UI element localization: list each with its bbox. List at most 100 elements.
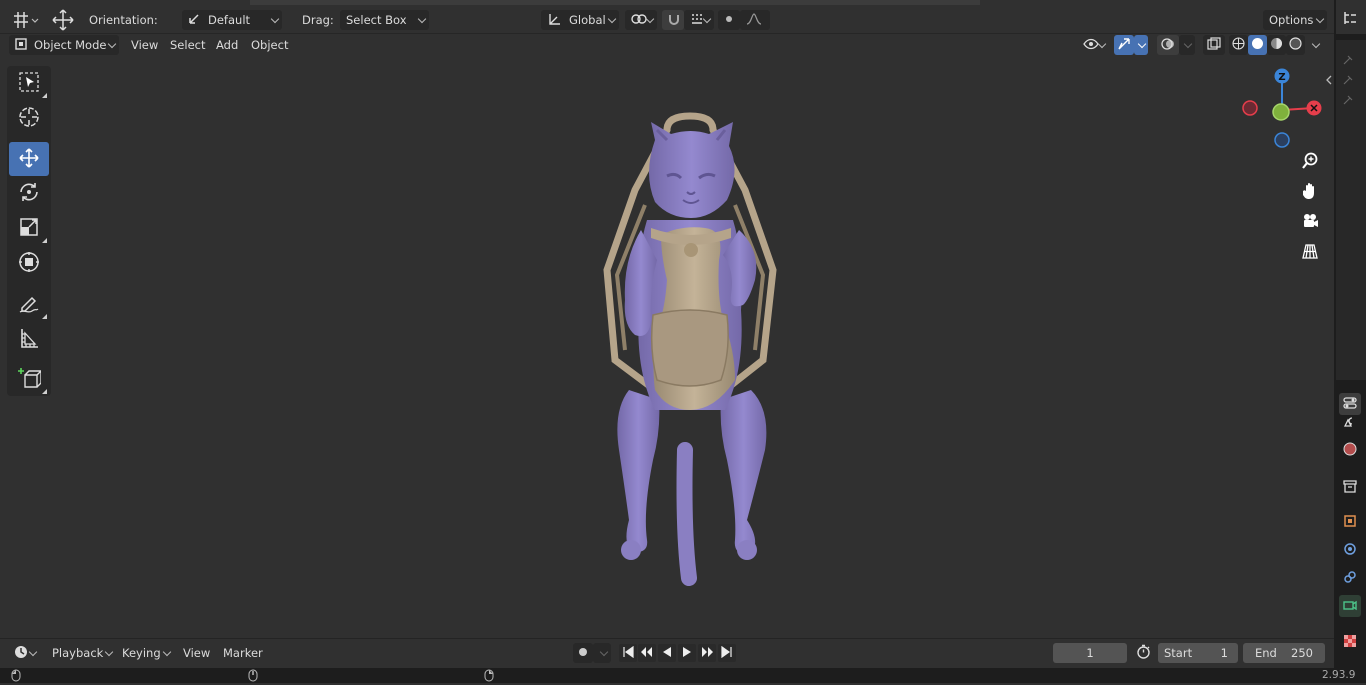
z-axis-label: Z xyxy=(1278,72,1285,83)
auto-keying-toggle[interactable] xyxy=(573,643,593,663)
perspective-toggle-button[interactable] xyxy=(1296,238,1324,266)
transform-orientation-dropdown[interactable]: Global xyxy=(541,10,619,30)
transform-tool[interactable] xyxy=(9,246,49,280)
overlay-dropdown[interactable] xyxy=(1179,35,1195,55)
start-frame-field[interactable]: Start 1 xyxy=(1158,643,1238,663)
snap-grid-icon xyxy=(690,13,704,28)
object-properties-tab[interactable] xyxy=(1339,511,1361,533)
current-frame-value: 1 xyxy=(1086,646,1094,660)
camera-view-button[interactable] xyxy=(1296,208,1324,236)
menu-marker[interactable]: Marker xyxy=(217,643,269,663)
menu-object[interactable]: Object xyxy=(245,35,294,55)
menu-select[interactable]: Select xyxy=(164,35,211,55)
chevron-down-icon xyxy=(1137,39,1147,49)
preview-range-toggle[interactable] xyxy=(1133,643,1155,663)
zoom-button[interactable] xyxy=(1296,148,1324,176)
pivot-point-dropdown[interactable] xyxy=(625,10,657,30)
tool-variants-indicator xyxy=(42,238,47,243)
overlay-toggle[interactable] xyxy=(1157,35,1179,55)
jump-end-button[interactable] xyxy=(718,644,736,662)
object-square-icon xyxy=(1343,514,1357,531)
visibility-dropdown[interactable] xyxy=(1077,35,1109,55)
menu-timeline-view[interactable]: View xyxy=(177,643,216,663)
orientation-dropdown[interactable]: Default xyxy=(182,10,282,30)
outliner-item-3[interactable] xyxy=(1339,92,1357,110)
playback-label: Playback xyxy=(52,646,104,660)
snap-toggle[interactable] xyxy=(662,10,684,30)
xray-toggle[interactable] xyxy=(1203,35,1225,55)
next-keyframe-button[interactable] xyxy=(698,644,716,662)
move-gizmo-icon[interactable] xyxy=(50,8,76,32)
world-properties-tab[interactable] xyxy=(1339,439,1361,461)
shading-solid[interactable] xyxy=(1248,35,1267,55)
jump-end-icon xyxy=(721,645,733,661)
end-label: End xyxy=(1255,646,1277,660)
proportional-edit-toggle[interactable] xyxy=(718,10,740,30)
texture-properties-tab[interactable] xyxy=(1339,631,1361,653)
jump-start-button[interactable] xyxy=(619,644,637,662)
drag-dropdown[interactable]: Select Box xyxy=(340,10,429,30)
current-frame-field[interactable]: 1 xyxy=(1053,643,1127,663)
shading-material[interactable] xyxy=(1267,35,1286,55)
stopwatch-icon xyxy=(1136,644,1151,662)
annotate-tool[interactable] xyxy=(9,287,49,321)
pivot-link-icon xyxy=(631,12,647,29)
cat-model[interactable] xyxy=(595,110,785,590)
end-frame-field[interactable]: End 250 xyxy=(1243,643,1325,663)
gizmo-toggle[interactable] xyxy=(1114,35,1134,55)
mode-dropdown[interactable]: Object Mode xyxy=(9,35,119,55)
keying-label: Keying xyxy=(122,646,161,660)
render-icon xyxy=(1343,414,1357,431)
collapse-arrow-icon[interactable] xyxy=(1325,74,1333,85)
measure-tool[interactable] xyxy=(9,322,49,356)
data-properties-tab[interactable] xyxy=(1339,595,1361,617)
scale-tool[interactable] xyxy=(9,211,49,245)
play-reverse-button[interactable] xyxy=(658,644,676,662)
version-label: 2.93.9 xyxy=(1322,669,1356,681)
pan-button[interactable] xyxy=(1296,178,1324,206)
outliner-area xyxy=(1336,40,1366,380)
gizmo-dropdown[interactable] xyxy=(1134,35,1148,55)
shading-rendered[interactable] xyxy=(1286,35,1305,55)
snap-target-dropdown[interactable] xyxy=(684,10,714,30)
collection-properties-tab[interactable] xyxy=(1339,476,1361,498)
chevron-down-icon xyxy=(1315,14,1325,24)
cursor-tool[interactable] xyxy=(9,101,49,135)
keying-set-dropdown[interactable] xyxy=(593,643,611,663)
outliner-tree-icon xyxy=(1343,11,1357,28)
clock-icon xyxy=(14,645,28,662)
play-button[interactable] xyxy=(678,644,696,662)
navigation-gizmo[interactable]: Z xyxy=(1236,66,1332,152)
jump-start-icon xyxy=(622,645,634,661)
physics-properties-tab[interactable] xyxy=(1339,539,1361,561)
outliner-editor-button[interactable] xyxy=(1339,8,1361,30)
shading-wireframe[interactable] xyxy=(1229,35,1248,55)
options-dropdown[interactable]: Options xyxy=(1263,10,1327,30)
falloff-dropdown[interactable] xyxy=(740,10,770,30)
constraints-properties-tab[interactable] xyxy=(1339,567,1361,589)
xray-icon xyxy=(1207,36,1221,54)
status-bar xyxy=(0,668,1366,683)
prev-keyframe-button[interactable] xyxy=(638,644,656,662)
outliner-item-2[interactable] xyxy=(1339,72,1357,90)
outliner-item-1[interactable] xyxy=(1339,52,1357,70)
mode-value: Object Mode xyxy=(34,38,107,52)
timeline-editor-type[interactable] xyxy=(8,643,40,663)
menu-add[interactable]: Add xyxy=(210,35,244,55)
start-label: Start xyxy=(1164,646,1193,660)
select-box-tool[interactable] xyxy=(9,66,49,100)
chevron-down-icon xyxy=(270,14,280,24)
menu-view[interactable]: View xyxy=(125,35,164,55)
move-arrows-icon xyxy=(17,146,41,173)
render-properties-tab[interactable] xyxy=(1339,411,1361,433)
menu-playback[interactable]: Playback xyxy=(46,643,116,663)
editor-type-icon[interactable] xyxy=(10,10,40,30)
rotate-tool[interactable] xyxy=(9,176,49,210)
chevron-down-icon xyxy=(1311,39,1321,49)
hand-icon xyxy=(1301,182,1319,203)
add-cube-tool[interactable] xyxy=(9,362,49,396)
menu-keying[interactable]: Keying xyxy=(116,643,174,663)
chevron-down-icon xyxy=(599,647,609,657)
shading-dropdown[interactable] xyxy=(1307,35,1323,55)
move-tool[interactable] xyxy=(9,142,49,176)
